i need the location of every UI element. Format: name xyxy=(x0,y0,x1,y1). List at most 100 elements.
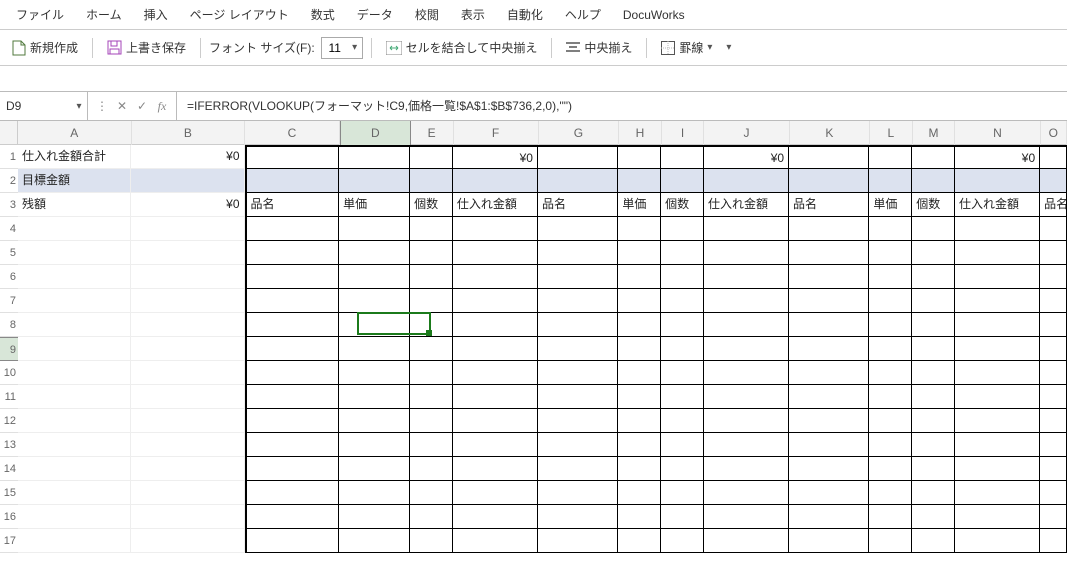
cell-E1[interactable] xyxy=(410,145,453,169)
cell-L11[interactable] xyxy=(869,385,912,409)
cell-N16[interactable] xyxy=(955,505,1040,529)
cell-N6[interactable] xyxy=(955,265,1040,289)
cell-M12[interactable] xyxy=(912,409,955,433)
column-header-n[interactable]: N xyxy=(955,121,1040,145)
cell-G7[interactable] xyxy=(538,289,618,313)
cell-F17[interactable] xyxy=(453,529,538,553)
column-header-e[interactable]: E xyxy=(411,121,454,145)
cell-G4[interactable] xyxy=(538,217,618,241)
cell-G5[interactable] xyxy=(538,241,618,265)
cell-B4[interactable] xyxy=(131,217,244,241)
cell-G9[interactable] xyxy=(538,337,618,361)
cell-C16[interactable] xyxy=(245,505,340,529)
cell-B1[interactable]: ¥0 xyxy=(131,145,244,169)
cell-J12[interactable] xyxy=(704,409,789,433)
cell-L3[interactable]: 単価 xyxy=(869,193,912,217)
cell-I1[interactable] xyxy=(661,145,704,169)
cell-M17[interactable] xyxy=(912,529,955,553)
cell-M9[interactable] xyxy=(912,337,955,361)
cell-O14[interactable] xyxy=(1040,457,1067,481)
cell-E10[interactable] xyxy=(410,361,453,385)
cell-G11[interactable] xyxy=(538,385,618,409)
cell-H16[interactable] xyxy=(618,505,661,529)
cell-B2[interactable] xyxy=(131,169,244,193)
cell-H1[interactable] xyxy=(618,145,661,169)
cell-C12[interactable] xyxy=(245,409,340,433)
cell-M11[interactable] xyxy=(912,385,955,409)
menu-docuworks[interactable]: DocuWorks xyxy=(613,4,695,26)
cell-K1[interactable] xyxy=(789,145,869,169)
cell-E8[interactable] xyxy=(410,313,453,337)
cell-I11[interactable] xyxy=(661,385,704,409)
cell-F4[interactable] xyxy=(453,217,538,241)
cell-K15[interactable] xyxy=(789,481,869,505)
cell-H4[interactable] xyxy=(618,217,661,241)
cell-J8[interactable] xyxy=(704,313,789,337)
cell-I10[interactable] xyxy=(661,361,704,385)
menu-review[interactable]: 校閲 xyxy=(405,2,449,27)
cell-L7[interactable] xyxy=(869,289,912,313)
select-all-corner[interactable] xyxy=(0,121,18,145)
chevron-down-icon[interactable]: ▾ xyxy=(348,42,362,53)
cell-O16[interactable] xyxy=(1040,505,1067,529)
cell-D16[interactable] xyxy=(339,505,410,529)
row-header-15[interactable]: 15 xyxy=(0,481,18,505)
cell-I9[interactable] xyxy=(661,337,704,361)
cell-N9[interactable] xyxy=(955,337,1040,361)
fx-icon[interactable]: fx xyxy=(154,99,170,114)
center-align-button[interactable]: 中央揃え xyxy=(560,36,638,59)
row-header-11[interactable]: 11 xyxy=(0,385,18,409)
menu-file[interactable]: ファイル xyxy=(6,2,74,27)
cell-E4[interactable] xyxy=(410,217,453,241)
cell-E11[interactable] xyxy=(410,385,453,409)
cell-M3[interactable]: 個数 xyxy=(912,193,955,217)
cell-A14[interactable] xyxy=(18,457,131,481)
cell-E12[interactable] xyxy=(410,409,453,433)
cell-M1[interactable] xyxy=(912,145,955,169)
cell-L9[interactable] xyxy=(869,337,912,361)
column-header-g[interactable]: G xyxy=(539,121,619,145)
cell-K6[interactable] xyxy=(789,265,869,289)
row-header-6[interactable]: 6 xyxy=(0,265,18,289)
cell-O4[interactable] xyxy=(1040,217,1067,241)
cell-F8[interactable] xyxy=(453,313,538,337)
cell-C10[interactable] xyxy=(245,361,340,385)
cell-F9[interactable] xyxy=(453,337,538,361)
cell-I17[interactable] xyxy=(661,529,704,553)
cell-L10[interactable] xyxy=(869,361,912,385)
cell-I13[interactable] xyxy=(661,433,704,457)
cell-I16[interactable] xyxy=(661,505,704,529)
cell-F11[interactable] xyxy=(453,385,538,409)
cell-O10[interactable] xyxy=(1040,361,1067,385)
cell-J6[interactable] xyxy=(704,265,789,289)
cell-O2[interactable] xyxy=(1040,169,1067,193)
chevron-down-icon[interactable]: ▾ xyxy=(71,101,87,112)
cell-O8[interactable] xyxy=(1040,313,1067,337)
cell-J4[interactable] xyxy=(704,217,789,241)
cell-N7[interactable] xyxy=(955,289,1040,313)
cell-J3[interactable]: 仕入れ金額 xyxy=(704,193,789,217)
cell-L4[interactable] xyxy=(869,217,912,241)
cell-A7[interactable] xyxy=(18,289,131,313)
cell-D7[interactable] xyxy=(339,289,410,313)
cell-A11[interactable] xyxy=(18,385,131,409)
cell-N3[interactable]: 仕入れ金額 xyxy=(955,193,1040,217)
cell-C4[interactable] xyxy=(245,217,340,241)
cell-A5[interactable] xyxy=(18,241,131,265)
cell-K10[interactable] xyxy=(789,361,869,385)
cell-O12[interactable] xyxy=(1040,409,1067,433)
cell-F12[interactable] xyxy=(453,409,538,433)
row-header-10[interactable]: 10 xyxy=(0,361,18,385)
column-header-a[interactable]: A xyxy=(18,121,132,145)
cell-N8[interactable] xyxy=(955,313,1040,337)
fontsize-input[interactable] xyxy=(322,38,348,58)
cell-E7[interactable] xyxy=(410,289,453,313)
column-header-h[interactable]: H xyxy=(619,121,662,145)
cell-B7[interactable] xyxy=(131,289,244,313)
cell-K4[interactable] xyxy=(789,217,869,241)
cell-H13[interactable] xyxy=(618,433,661,457)
cell-D12[interactable] xyxy=(339,409,410,433)
cell-K8[interactable] xyxy=(789,313,869,337)
cell-D17[interactable] xyxy=(339,529,410,553)
cell-I6[interactable] xyxy=(661,265,704,289)
